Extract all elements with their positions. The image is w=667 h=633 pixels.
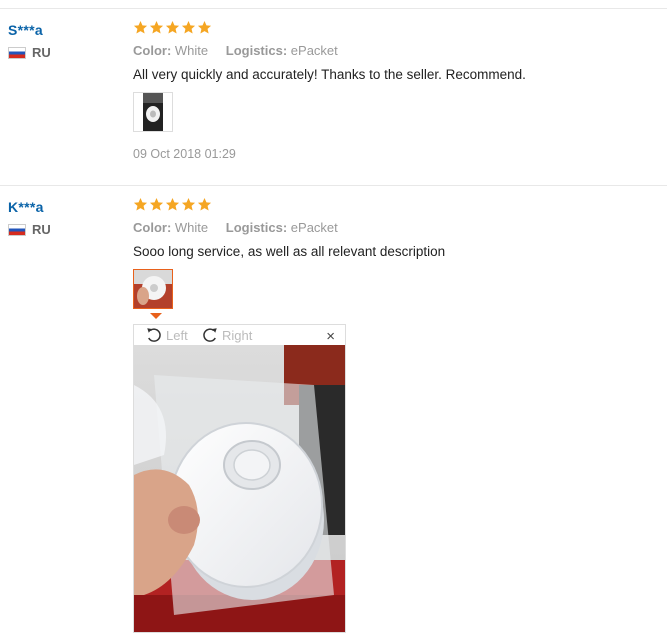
review-text: All very quickly and accurately! Thanks … — [133, 67, 526, 82]
star-icon — [133, 197, 148, 211]
country-code: RU — [32, 222, 51, 237]
review-item: S***a RU Color: White Logistics: ePacket… — [0, 9, 667, 186]
star-icon — [165, 197, 180, 211]
country-code: RU — [32, 45, 51, 60]
logistics-label: Logistics: — [225, 43, 288, 58]
close-icon[interactable]: × — [326, 328, 335, 345]
review-photo-thumbnail[interactable] — [133, 92, 173, 132]
logistics-value: ePacket — [290, 43, 338, 58]
reviewer-name: K***a — [8, 199, 44, 215]
reviewer-info: S***a RU — [8, 22, 51, 60]
logistics-value: ePacket — [290, 220, 338, 235]
star-icon — [181, 20, 196, 34]
review-date: 09 Oct 2018 01:29 — [133, 147, 236, 161]
rotate-left-button[interactable]: Left — [144, 326, 188, 344]
selected-thumbnail-pointer — [150, 313, 162, 319]
star-icon — [197, 197, 212, 211]
star-icon — [149, 20, 164, 34]
order-meta: Color: White Logistics: ePacket — [133, 220, 653, 235]
reviewer-country: RU — [8, 45, 51, 60]
viewer-toolbar: Left Right × — [134, 325, 345, 345]
review-photo-enlarged — [134, 345, 345, 632]
star-rating — [133, 20, 653, 38]
color-value: White — [174, 43, 209, 58]
star-icon — [197, 20, 212, 34]
star-icon — [149, 197, 164, 211]
star-icon — [133, 20, 148, 34]
russia-flag-icon — [8, 46, 26, 59]
order-meta: Color: White Logistics: ePacket — [133, 43, 653, 58]
star-rating — [133, 197, 653, 215]
logistics-label: Logistics: — [225, 220, 288, 235]
review-photo-thumbnail-selected[interactable] — [133, 269, 173, 309]
color-label: Color: — [133, 220, 172, 235]
reviewer-country: RU — [8, 222, 51, 237]
rotate-right-button[interactable]: Right — [200, 326, 252, 344]
rotate-left-label: Left — [166, 327, 188, 343]
rotate-right-label: Right — [222, 327, 253, 343]
rotate-left-icon — [147, 328, 161, 342]
photo-viewer: Left Right × — [133, 324, 346, 633]
review-text: Sooo long service, as well as all releva… — [133, 244, 446, 259]
rotate-right-icon — [203, 328, 217, 342]
star-icon — [181, 197, 196, 211]
russia-flag-icon — [8, 223, 26, 236]
reviewer-name: S***a — [8, 22, 43, 38]
reviewer-info: K***a RU — [8, 199, 51, 237]
color-value: White — [174, 220, 209, 235]
color-label: Color: — [133, 43, 172, 58]
star-icon — [165, 20, 180, 34]
